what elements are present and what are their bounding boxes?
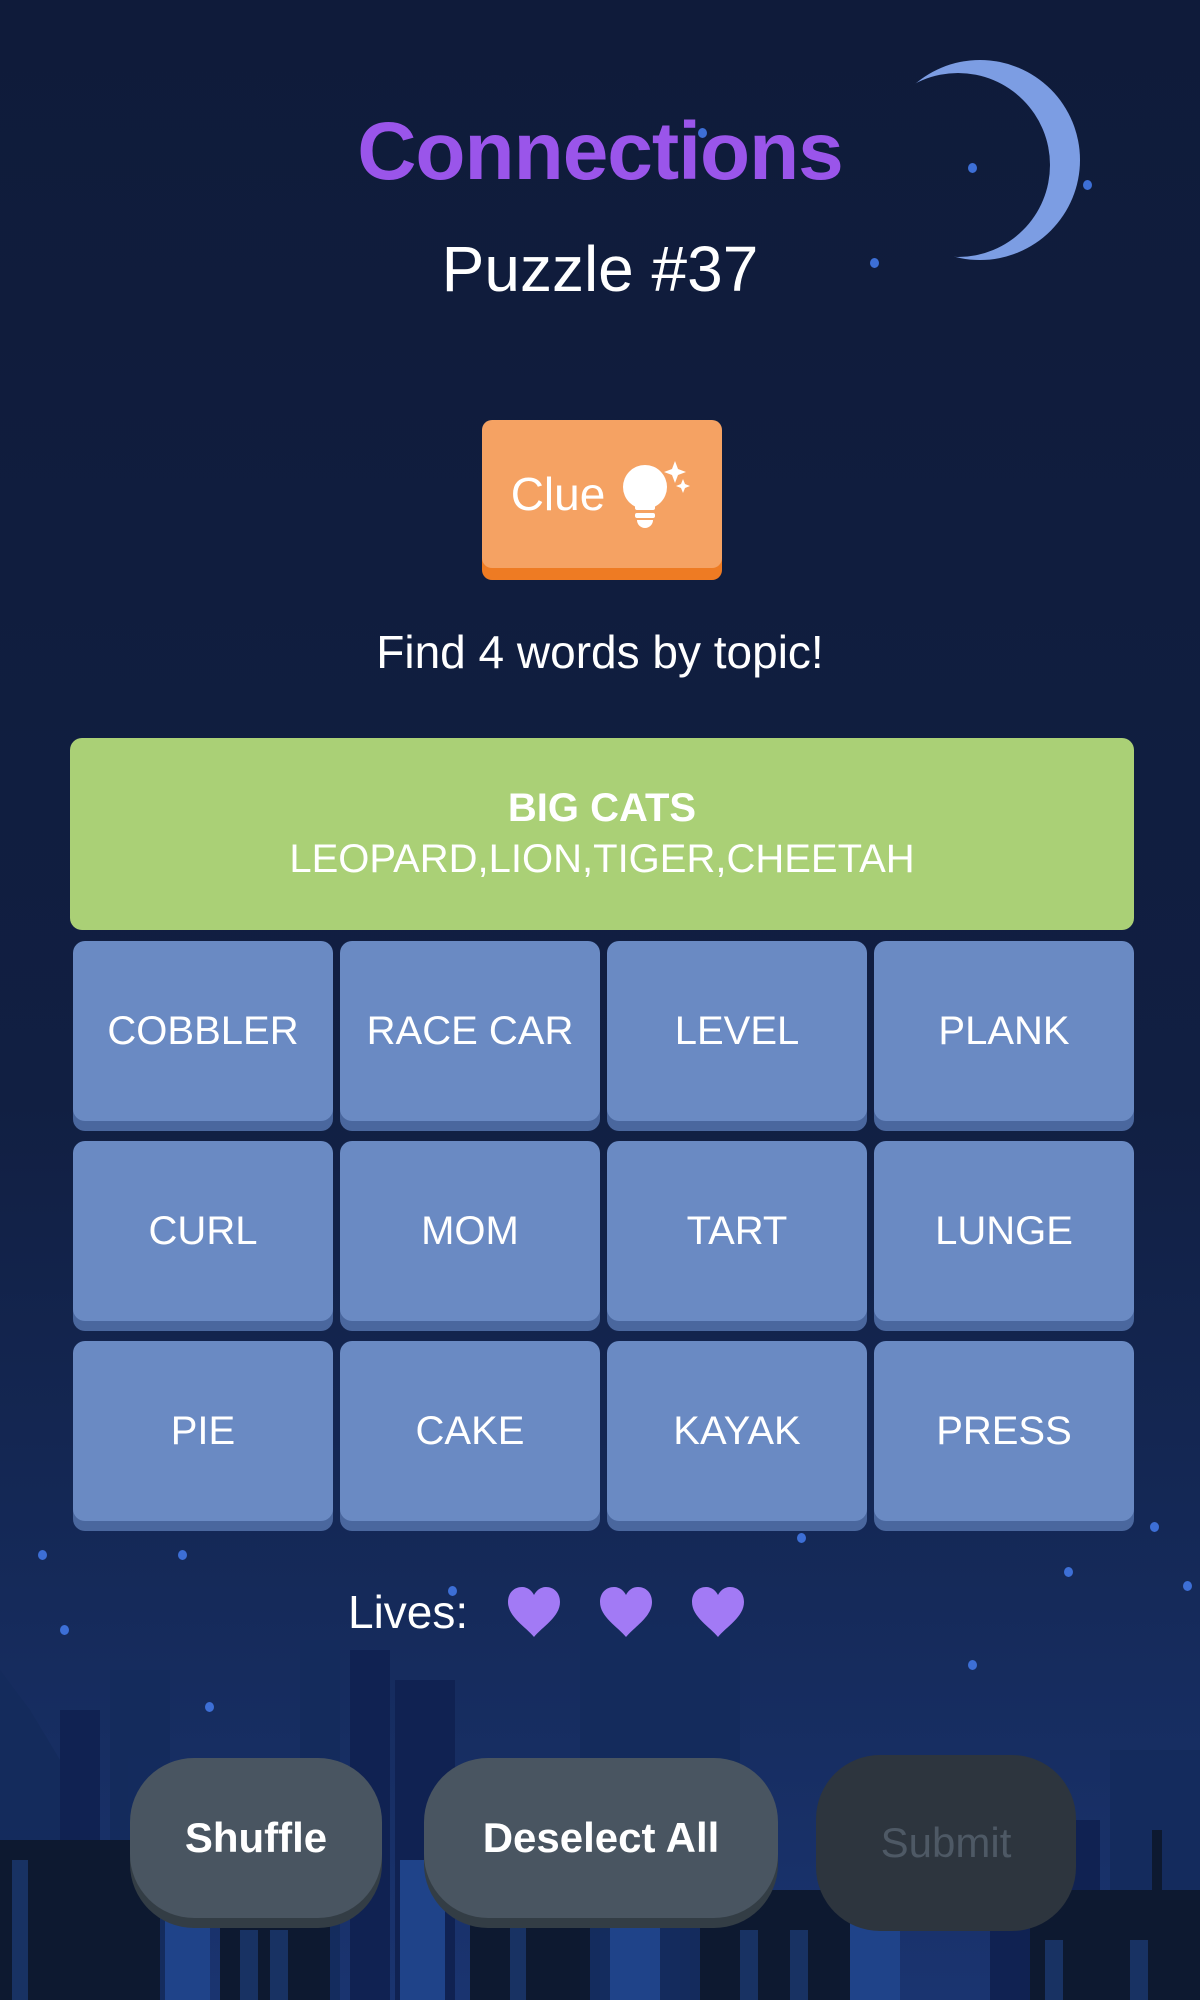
hearts-container (506, 1587, 782, 1637)
lives-label: Lives: (348, 1586, 469, 1638)
word-grid: COBBLER RACE CAR LEVEL PLANK CURL MOM TA… (73, 941, 1134, 1531)
word-tile[interactable]: MOM (340, 1141, 600, 1321)
clue-button-label: Clue (510, 468, 606, 520)
heart-icon (692, 1587, 745, 1637)
solved-group-words: LEOPARD,LION,TIGER,CHEETAH (289, 837, 915, 881)
star-icon (38, 1550, 47, 1560)
word-tile[interactable]: KAYAK (607, 1341, 867, 1521)
word-tile[interactable]: CAKE (340, 1341, 600, 1521)
heart-icon (508, 1587, 561, 1637)
star-icon (1150, 1522, 1159, 1532)
word-tile[interactable]: TART (607, 1141, 867, 1321)
shuffle-button[interactable]: Shuffle (130, 1758, 382, 1918)
instructions-text: Find 4 words by topic! (376, 626, 824, 678)
solved-group-banner: BIG CATS LEOPARD,LION,TIGER,CHEETAH (70, 738, 1134, 930)
word-tile[interactable]: CURL (73, 1141, 333, 1321)
solved-group-category: BIG CATS (507, 786, 697, 830)
deselect-all-button[interactable]: Deselect All (424, 1758, 778, 1918)
star-icon (178, 1550, 187, 1560)
lives-indicator: Lives: (348, 1585, 782, 1639)
word-tile[interactable]: LEVEL (607, 941, 867, 1121)
word-tile[interactable]: PLANK (874, 941, 1134, 1121)
word-tile[interactable]: PIE (73, 1341, 333, 1521)
star-icon (797, 1533, 806, 1543)
puzzle-number: Puzzle #37 (441, 233, 759, 305)
word-tile[interactable]: RACE CAR (340, 941, 600, 1121)
heart-icon (600, 1587, 653, 1637)
game-title: Connections (357, 106, 844, 197)
submit-button[interactable]: Submit (816, 1755, 1076, 1931)
word-tile[interactable]: COBBLER (73, 941, 333, 1121)
clue-button[interactable]: Clue (482, 420, 722, 568)
word-tile[interactable]: PRESS (874, 1341, 1134, 1521)
word-tile[interactable]: LUNGE (874, 1141, 1134, 1321)
lightbulb-sparkle-icon (623, 461, 691, 528)
